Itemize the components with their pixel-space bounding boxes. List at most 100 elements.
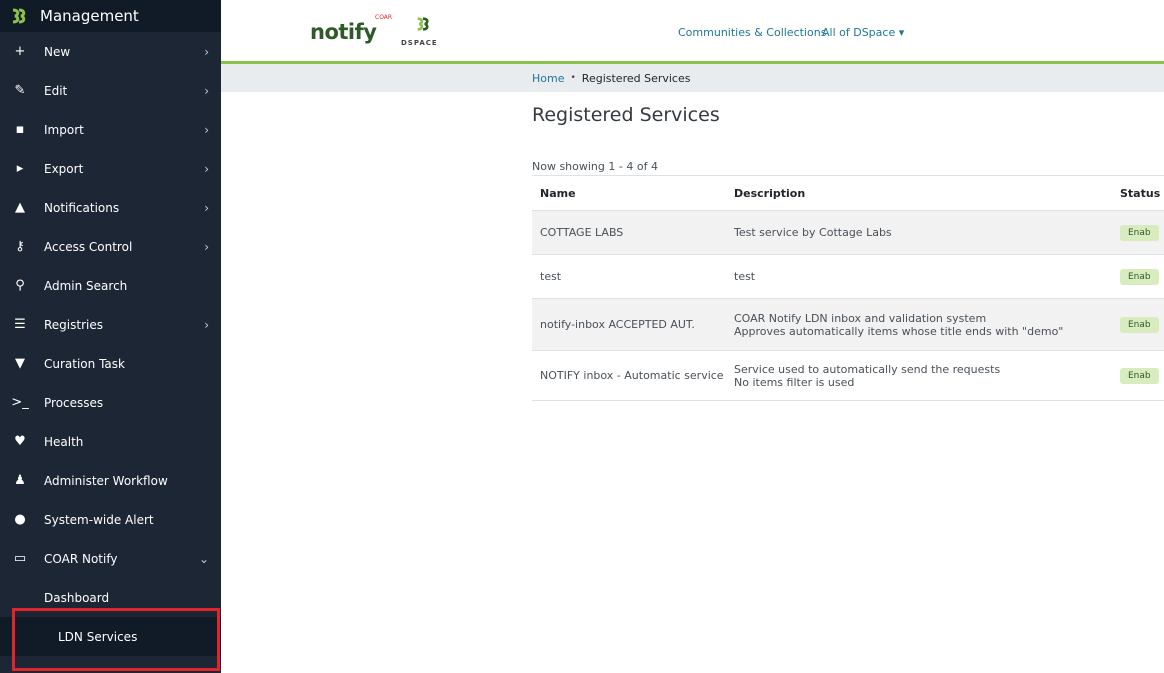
notify-logo[interactable]: notify [310,20,377,44]
sidebar-item-health[interactable]: ♥ Health [0,422,221,461]
sidebar-item-label: Health [44,434,84,449]
sidebar-subitem-label: Dashboard [44,590,110,605]
sidebar-item-system-wide-alert[interactable]: ● System-wide Alert [0,500,221,539]
service-name: test [532,254,726,299]
heartbeat-icon: ♥ [14,434,26,449]
chevron-down-icon: ⌄ [198,551,209,566]
sidebar-item-administer-workflow[interactable]: ♟ Administer Workflow [0,461,221,500]
service-name: COTTAGE LABS [532,210,726,255]
sidebar-item-access-control[interactable]: ⚷ Access Control › [0,227,221,266]
admin-sidebar: Management + New › ✎ Edit › ▪ Import › ▸… [0,0,221,673]
sidebar-item-label: Access Control [44,239,133,254]
bell-icon: ▲ [15,200,25,215]
key-icon: ⚷ [15,239,25,254]
sidebar-item-new[interactable]: + New › [0,32,221,71]
sidebar-item-admin-search[interactable]: ⚲ Admin Search [0,266,221,305]
status-badge[interactable]: Enab [1120,367,1159,384]
breadcrumb-current: Registered Services [581,71,691,85]
chevron-right-icon: › [204,83,209,98]
chevron-right-icon: › [204,239,209,254]
description-line: COAR Notify LDN inbox and validation sys… [734,311,987,325]
sidebar-item-label: Curation Task [44,356,125,371]
file-export-icon: ▸ [16,161,24,176]
sidebar-subitem-label: LDN Services [58,629,138,644]
table-row[interactable]: COTTAGE LABS Test service by Cottage Lab… [532,210,1164,255]
description-line: Approves automatically items whose title… [734,324,1064,338]
status-cell: Enab [1112,298,1164,351]
sidebar-header: Management [0,0,221,32]
service-description: COAR Notify LDN inbox and validation sys… [726,298,1112,351]
service-name: NOTIFY inbox - Automatic service [532,350,726,401]
sidebar-item-processes[interactable]: >_ Processes [0,383,221,422]
service-description: test [726,254,1112,299]
status-cell: Enab [1112,254,1164,299]
page-title: Registered Services [532,104,720,126]
sidebar-item-coar-notify[interactable]: ▭ COAR Notify ⌄ [0,539,221,578]
status-cell: Enab [1112,350,1164,401]
description-line: test [734,270,756,283]
sidebar-item-curation-task[interactable]: ▼ Curation Task [0,344,221,383]
coar-logo-text: COAR [375,14,393,21]
column-header-name: Name [532,175,726,211]
pencil-icon: ✎ [14,83,26,98]
nav-all-of-dspace[interactable]: All of DSpace ▾ [822,26,904,39]
file-import-icon: ▪ [15,122,25,137]
sidebar-item-import[interactable]: ▪ Import › [0,110,221,149]
sidebar-item-label: COAR Notify [44,551,118,566]
table-row[interactable]: notify-inbox ACCEPTED AUT. COAR Notify L… [532,298,1164,351]
status-badge[interactable]: Enab [1120,316,1159,333]
breadcrumb-separator: • [570,73,576,83]
sidebar-item-edit[interactable]: ✎ Edit › [0,71,221,110]
sidebar-subitem-dashboard[interactable]: Dashboard [0,578,221,617]
chevron-right-icon: › [204,161,209,176]
exclamation-circle-icon: ● [14,512,26,527]
user-check-icon: ♟ [14,473,26,488]
filter-icon: ▼ [15,356,25,371]
breadcrumb-home[interactable]: Home [532,72,564,85]
sidebar-item-label: Edit [44,83,68,98]
sidebar-item-registries[interactable]: ☰ Registries › [0,305,221,344]
sidebar-title: Management [40,7,139,25]
services-table: Name Description Status COTTAGE LABS Tes… [532,175,1164,401]
chevron-right-icon: › [204,122,209,137]
dspace-logo-icon[interactable] [415,16,431,36]
plus-icon: + [14,44,26,59]
sidebar-subitem-ldn-services[interactable]: LDN Services [0,617,221,656]
sidebar-item-label: Notifications [44,200,120,215]
chevron-right-icon: › [204,317,209,332]
sidebar-item-label: Administer Workflow [44,473,168,488]
dspace-logo-icon [8,5,30,27]
search-icon: ⚲ [15,278,25,293]
list-icon: ☰ [14,317,26,332]
sidebar-item-label: Processes [44,395,104,410]
table-row[interactable]: NOTIFY inbox - Automatic service Service… [532,350,1164,401]
sidebar-item-label: Import [44,122,84,137]
sidebar-item-label: New [44,44,71,59]
status-cell: Enab [1112,210,1164,255]
breadcrumb: Home • Registered Services [221,64,1164,92]
sidebar-item-notifications[interactable]: ▲ Notifications › [0,188,221,227]
sidebar-item-label: System-wide Alert [44,512,154,527]
chevron-right-icon: › [204,200,209,215]
status-badge[interactable]: Enab [1120,224,1159,241]
table-row[interactable]: test test Enab [532,254,1164,299]
sidebar-item-label: Admin Search [44,278,128,293]
description-line: Service used to automatically send the r… [734,362,1001,376]
pagination-info: Now showing 1 - 4 of 4 [532,160,658,173]
inbox-icon: ▭ [13,551,27,566]
nav-communities-collections[interactable]: Communities & Collections [678,26,826,39]
sidebar-item-export[interactable]: ▸ Export › [0,149,221,188]
description-line: Test service by Cottage Labs [734,226,892,239]
status-badge[interactable]: Enab [1120,268,1159,285]
chevron-right-icon: › [204,44,209,59]
column-header-status: Status [1112,175,1164,211]
service-description: Service used to automatically send the r… [726,350,1112,401]
service-description: Test service by Cottage Labs [726,210,1112,255]
column-header-description: Description [726,175,1112,211]
sidebar-item-label: Export [44,161,84,176]
service-name: notify-inbox ACCEPTED AUT. [532,298,726,351]
dspace-logo-text: DSPACE [401,39,438,47]
description-line: No items filter is used [734,375,855,389]
terminal-icon: >_ [11,395,29,410]
sidebar-item-label: Registries [44,317,103,332]
